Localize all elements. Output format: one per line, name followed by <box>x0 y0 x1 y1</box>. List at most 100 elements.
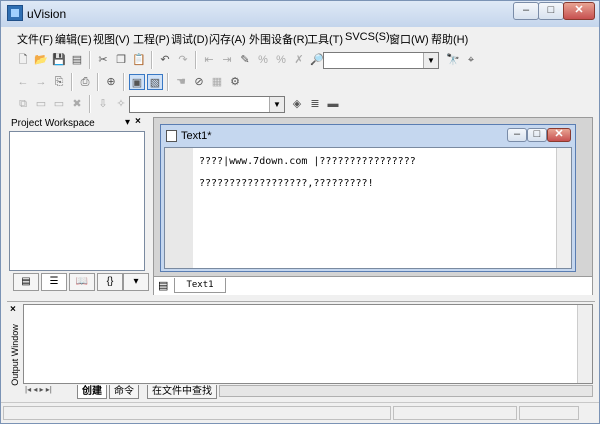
document-tab-bar: ▤ Text1 <box>154 276 592 295</box>
uvision-window: uVision ‒ □ ✕ 文件(F) 编辑(E) 视图(V) 工程(P) 调试… <box>0 0 600 424</box>
new-file-icon[interactable]: 🗋 <box>15 52 31 68</box>
output-hscrollbar[interactable] <box>219 385 593 397</box>
zoom-icon[interactable]: ⊕ <box>103 74 119 90</box>
save-icon[interactable]: 💾 <box>51 52 67 68</box>
menu-edit[interactable]: 编辑(E) <box>55 31 92 47</box>
options-for-target-icon[interactable]: ✧ <box>113 96 129 112</box>
menu-window[interactable]: 窗口(W) <box>389 31 429 47</box>
menu-peripherals[interactable]: 外围设备(R) <box>249 31 308 47</box>
window-title: uVision <box>27 7 67 21</box>
bookmark-icon[interactable]: ✎ <box>237 52 253 68</box>
components-icon[interactable]: ◈ <box>289 96 305 112</box>
prev-bookmark-icon[interactable]: % <box>255 52 271 68</box>
output-text-area[interactable] <box>23 304 593 384</box>
toolbar-navigation: ← → ⎘ ⎙ ⊕ ▣ ▧ ☚ ⊘ ▦ ⚙ <box>5 71 305 93</box>
menu-svcs[interactable]: SVCS(S) <box>345 31 390 43</box>
cut-icon[interactable]: ✂ <box>95 52 111 68</box>
undo-icon[interactable]: ↶ <box>157 52 173 68</box>
stop-build-icon[interactable]: ✖ <box>69 96 85 112</box>
project-workspace-tabs: ▤ ☰ 📖 {} ▾ <box>9 273 149 293</box>
file-extensions-icon[interactable]: ≣ <box>307 96 323 112</box>
toolbar-separator <box>89 95 91 113</box>
tab-build[interactable]: 创建 <box>77 385 107 399</box>
toolbar-build: ⧉ ▭ ▭ ✖ ⇩ ✧ ▼ ◈ ≣ ▬ <box>5 93 365 115</box>
toolbar-separator <box>167 73 169 91</box>
project-tree[interactable] <box>9 131 145 271</box>
workspace-toggle-icon[interactable]: ▣ <box>129 74 145 90</box>
chevron-down-icon[interactable]: ▼ <box>269 97 284 112</box>
status-mode <box>519 406 579 420</box>
document-tab-icon: ▤ <box>158 280 169 292</box>
project-workspace-panel: Project Workspace ▾ × ▤ ☰ 📖 {} ▾ <box>7 116 149 297</box>
binoculars-icon[interactable]: 🔭 <box>445 52 461 68</box>
tab-find-in-files[interactable]: 在文件中查找 <box>147 385 217 399</box>
menu-tools[interactable]: 工具(T) <box>307 31 343 47</box>
output-scrollbar[interactable] <box>577 305 592 383</box>
editor-scrollbar[interactable] <box>556 148 571 268</box>
tab-text1[interactable]: Text1 <box>174 278 226 293</box>
settings-icon[interactable]: ⚙ <box>227 74 243 90</box>
title-bar[interactable]: uVision ‒ □ ✕ <box>1 1 599 27</box>
menu-project[interactable]: 工程(P) <box>133 31 170 47</box>
print-icon[interactable]: ⎙ <box>77 74 93 90</box>
menu-flash[interactable]: 闪存(A) <box>209 31 246 47</box>
back-arrow-icon[interactable]: ← <box>15 74 31 90</box>
menu-help[interactable]: 帮助(H) <box>431 31 468 47</box>
tab-command[interactable]: 命令 <box>109 385 139 399</box>
doc-maximize-button[interactable]: □ <box>527 128 547 142</box>
toolbar-separator <box>71 73 73 91</box>
chevron-down-icon[interactable]: ▼ <box>423 53 438 68</box>
rebuild-icon[interactable]: ▭ <box>51 96 67 112</box>
close-button[interactable]: ✕ <box>563 2 595 20</box>
find-combo[interactable]: ▼ <box>323 52 439 69</box>
maximize-button[interactable]: □ <box>538 2 564 20</box>
translate-icon[interactable]: ⧉ <box>15 96 31 112</box>
open-folder-icon[interactable]: 📂 <box>33 52 49 68</box>
code-editor[interactable]: ????|www.7down.com |???????????????? ???… <box>164 147 572 269</box>
doc-minimize-button[interactable]: ‒ <box>507 128 527 142</box>
hand-icon[interactable]: ☚ <box>173 74 189 90</box>
functions-tab-icon[interactable]: {} <box>97 273 123 291</box>
tab-navigation-arrows-icon[interactable]: |◂ ◂ ▸ ▸| <box>25 385 52 394</box>
registers-tab-icon[interactable]: ☰ <box>41 273 67 291</box>
menu-file[interactable]: 文件(F) <box>17 31 53 47</box>
output-window: × Output Window |◂ ◂ ▸ ▸| 创建 命令 在文件中查找 <box>7 301 595 400</box>
status-message <box>3 406 391 420</box>
options-icon[interactable]: ▦ <box>209 74 225 90</box>
doc-close-button[interactable]: ✕ <box>547 128 571 142</box>
output-toggle-icon[interactable]: ▧ <box>147 74 163 90</box>
no-edit-icon[interactable]: ⊘ <box>191 74 207 90</box>
clear-bookmarks-icon[interactable]: ✗ <box>291 52 307 68</box>
books-tab-icon[interactable]: 📖 <box>69 273 95 291</box>
output-tabs: |◂ ◂ ▸ ▸| 创建 命令 在文件中查找 <box>23 385 593 399</box>
project-workspace-header: Project Workspace ▾ × <box>7 116 147 131</box>
find-next-icon[interactable]: ⌖ <box>463 52 479 68</box>
save-all-icon[interactable]: ▤ <box>69 52 85 68</box>
output-window-label: Output Window <box>10 324 20 386</box>
pin-icon[interactable]: ▾ <box>125 117 130 128</box>
download-icon[interactable]: ⇩ <box>95 96 111 112</box>
toolbar-file: 🗋 📂 💾 ▤ ✂ ❐ 📋 ↶ ↷ ⇤ ⇥ ✎ % % ✗ 🔎 ▼ 🔭 ⌖ <box>5 49 595 71</box>
toolbar-separator <box>195 51 197 69</box>
files-tab-icon[interactable]: ▤ <box>13 273 39 291</box>
paste-icon[interactable]: 📋 <box>131 52 147 68</box>
next-bookmark-icon[interactable]: % <box>273 52 289 68</box>
copy-icon[interactable]: ❐ <box>113 52 129 68</box>
editor-gutter <box>165 148 193 268</box>
forward-arrow-icon[interactable]: → <box>33 74 49 90</box>
menu-debug[interactable]: 调试(D) <box>171 31 208 47</box>
indent-icon[interactable]: ⇤ <box>201 52 217 68</box>
minimize-button[interactable]: ‒ <box>513 2 539 20</box>
menu-view[interactable]: 视图(V) <box>93 31 130 47</box>
templates-tab-icon[interactable]: ▾ <box>123 273 149 291</box>
manage-icon[interactable]: ▬ <box>325 96 341 112</box>
goto-icon[interactable]: ⎘ <box>51 74 67 90</box>
output-window-sidebar: × Output Window <box>7 302 21 400</box>
target-combo[interactable]: ▼ <box>129 96 285 113</box>
unindent-icon[interactable]: ⇥ <box>219 52 235 68</box>
build-icon[interactable]: ▭ <box>33 96 49 112</box>
document-window: Text1* ‒ □ ✕ ????|www.7down.com |???????… <box>160 124 576 272</box>
redo-icon[interactable]: ↷ <box>175 52 191 68</box>
close-icon[interactable]: × <box>135 116 141 127</box>
menu-bar: 文件(F) 编辑(E) 视图(V) 工程(P) 调试(D) 闪存(A) 外围设备… <box>1 28 599 48</box>
